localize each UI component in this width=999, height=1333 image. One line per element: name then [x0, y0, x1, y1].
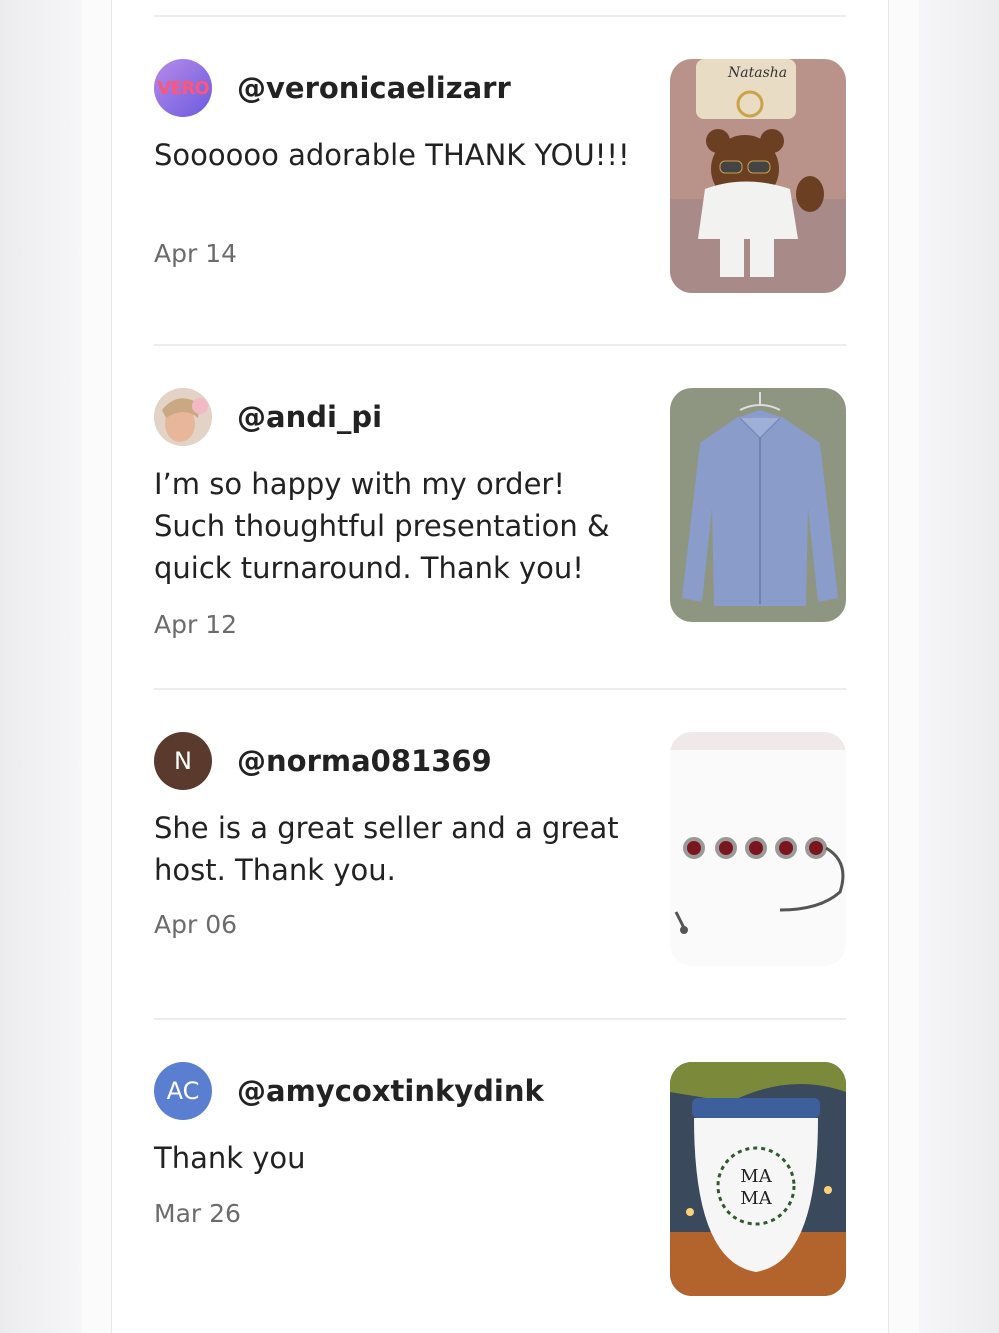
- divider: [154, 688, 846, 690]
- teddy-bear-keychain-image: Natasha: [670, 59, 846, 293]
- avatar[interactable]: [154, 388, 212, 446]
- review-date: Apr 06: [154, 910, 238, 939]
- bracelet-image: [670, 732, 846, 966]
- avatar[interactable]: N: [154, 732, 212, 790]
- review-text: Soooooo adorable THANK YOU!!!: [154, 138, 630, 172]
- mama-tumbler-image: MA MA: [670, 1062, 846, 1296]
- divider: [154, 344, 846, 346]
- item-thumbnail[interactable]: [670, 388, 846, 622]
- avatar[interactable]: AC: [154, 1062, 212, 1120]
- review-item: N @norma081369 She is a great seller and…: [154, 732, 846, 972]
- item-thumbnail[interactable]: Natasha: [670, 59, 846, 293]
- reviewer-username[interactable]: @veronicaelizarr: [237, 71, 511, 105]
- avatar-text: VERO: [157, 77, 209, 99]
- review-date: Apr 14: [154, 239, 238, 268]
- avatar-initials: N: [174, 747, 192, 775]
- item-tag-label: Natasha: [727, 65, 787, 81]
- tumbler-label-line2: MA: [740, 1188, 772, 1209]
- review-item: AC @amycoxtinkydink Thank you Mar 26 MA …: [154, 1062, 846, 1302]
- review-item: @andi_pi I’m so happy with my order! Suc…: [154, 388, 846, 648]
- review-text: Thank you: [154, 1141, 306, 1175]
- review-item: VERO @veronicaelizarr Soooooo adorable T…: [154, 59, 846, 299]
- reviewer-username[interactable]: @norma081369: [237, 744, 492, 778]
- user-photo-icon: [154, 388, 212, 446]
- divider: [154, 1018, 846, 1020]
- blue-shirt-image: [670, 388, 846, 622]
- tumbler-label-line1: MA: [740, 1166, 772, 1187]
- backdrop-left: [0, 0, 82, 1333]
- reviewer-username[interactable]: @andi_pi: [237, 400, 382, 434]
- divider: [154, 15, 846, 17]
- avatar-initials: AC: [166, 1077, 200, 1105]
- avatar[interactable]: VERO: [154, 59, 212, 117]
- item-thumbnail[interactable]: MA MA: [670, 1062, 846, 1296]
- item-thumbnail[interactable]: [670, 732, 846, 966]
- review-text: She is a great seller and a great host. …: [154, 811, 619, 887]
- review-date: Apr 12: [154, 610, 238, 639]
- reviewer-username[interactable]: @amycoxtinkydink: [237, 1074, 544, 1108]
- backdrop-right: [919, 0, 999, 1333]
- review-text: I’m so happy with my order! Such thought…: [154, 467, 610, 585]
- review-date: Mar 26: [154, 1199, 241, 1228]
